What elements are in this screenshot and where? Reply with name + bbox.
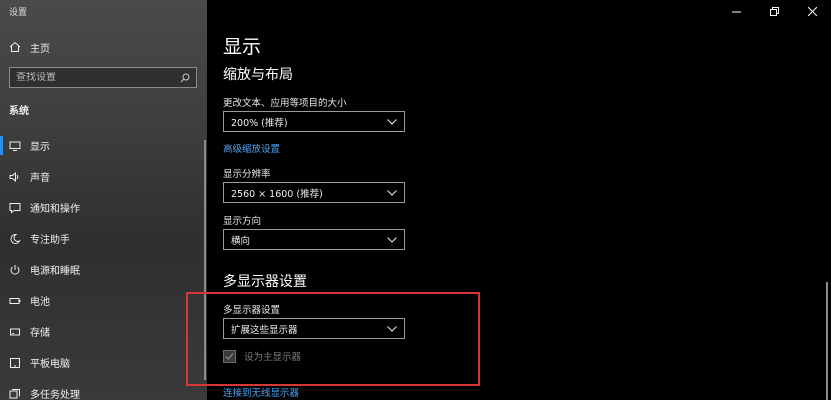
close-button[interactable] bbox=[793, 0, 831, 22]
chevron-down-icon bbox=[387, 118, 397, 125]
chevron-down-icon bbox=[387, 236, 397, 243]
minimize-icon bbox=[731, 11, 741, 12]
close-icon bbox=[807, 6, 817, 16]
sidebar-item-label: 平板电脑 bbox=[30, 359, 70, 370]
speaker-icon bbox=[9, 171, 21, 183]
sidebar-item-label: 电池 bbox=[30, 297, 50, 308]
sidebar-item-display[interactable]: 显示 bbox=[0, 130, 207, 161]
sidebar-item-home[interactable]: 主页 bbox=[9, 39, 50, 55]
sidebar-item-label: 存储 bbox=[30, 328, 50, 339]
sidebar-item-label: 声音 bbox=[30, 173, 50, 184]
restore-button[interactable] bbox=[755, 0, 793, 22]
message-icon bbox=[9, 202, 21, 214]
dropdown-value: 2560 × 1600 (推荐) bbox=[231, 188, 323, 200]
dropdown-value: 横向 bbox=[231, 235, 251, 247]
sidebar-item-tablet[interactable]: 平板电脑 bbox=[0, 347, 207, 378]
section-heading-scale-layout: 缩放与布局 bbox=[223, 67, 293, 83]
sidebar-item-notifications[interactable]: 通知和操作 bbox=[0, 192, 207, 223]
search-input[interactable] bbox=[16, 72, 180, 83]
section-label: 系统 bbox=[9, 106, 29, 117]
sidebar-item-label: 电源和睡眠 bbox=[30, 266, 80, 277]
orientation-label: 显示方向 bbox=[223, 216, 262, 227]
sidebar: 设置 主页 系统 显示 声音 通知和操作 专注助手 电源和睡眠 bbox=[0, 0, 207, 400]
text-scale-label: 更改文本、应用等项目的大小 bbox=[223, 98, 347, 109]
sidebar-item-storage[interactable]: 存储 bbox=[0, 316, 207, 347]
search-box[interactable] bbox=[9, 67, 197, 88]
tablet-icon bbox=[9, 357, 21, 369]
main-scrollbar[interactable] bbox=[826, 282, 828, 400]
main-content: 显示 缩放与布局 更改文本、应用等项目的大小 200% (推荐) 高级缩放设置 … bbox=[186, 0, 831, 400]
sidebar-item-multitasking[interactable]: 多任务处理 bbox=[0, 378, 207, 400]
home-icon bbox=[9, 41, 21, 52]
section-heading-multi-display: 多显示器设置 bbox=[223, 274, 307, 290]
restore-icon bbox=[769, 6, 779, 16]
monitor-icon bbox=[9, 140, 21, 152]
multitask-icon bbox=[9, 388, 21, 400]
sidebar-item-label: 通知和操作 bbox=[30, 204, 80, 215]
sidebar-item-label: 多任务处理 bbox=[30, 390, 80, 400]
wireless-display-link[interactable]: 连接到无线显示器 bbox=[223, 385, 299, 399]
resolution-label: 显示分辨率 bbox=[223, 169, 271, 180]
text-scale-dropdown[interactable]: 200% (推荐) bbox=[223, 111, 405, 132]
advanced-scaling-link[interactable]: 高级缩放设置 bbox=[223, 141, 280, 155]
battery-icon bbox=[9, 295, 21, 307]
chevron-down-icon bbox=[387, 189, 397, 196]
sidebar-item-sound[interactable]: 声音 bbox=[0, 161, 207, 192]
highlight-annotation bbox=[186, 292, 480, 386]
storage-icon bbox=[9, 326, 21, 338]
sidebar-item-label: 主页 bbox=[30, 43, 50, 55]
app-title: 设置 bbox=[9, 8, 28, 18]
moon-icon bbox=[9, 233, 21, 245]
window-controls bbox=[717, 0, 831, 22]
power-icon bbox=[9, 264, 21, 276]
sidebar-item-label: 专注助手 bbox=[30, 235, 70, 246]
sidebar-item-power-sleep[interactable]: 电源和睡眠 bbox=[0, 254, 207, 285]
minimize-button[interactable] bbox=[717, 0, 755, 22]
resolution-dropdown[interactable]: 2560 × 1600 (推荐) bbox=[223, 182, 405, 203]
page-title: 显示 bbox=[223, 36, 262, 58]
sidebar-item-focus-assist[interactable]: 专注助手 bbox=[0, 223, 207, 254]
sidebar-item-battery[interactable]: 电池 bbox=[0, 285, 207, 316]
orientation-dropdown[interactable]: 横向 bbox=[223, 229, 405, 250]
search-icon[interactable] bbox=[180, 73, 190, 83]
sidebar-item-label: 显示 bbox=[30, 142, 50, 153]
sidebar-nav: 显示 声音 通知和操作 专注助手 电源和睡眠 电池 存储 平板电脑 多任务处理 bbox=[0, 130, 207, 400]
dropdown-value: 200% (推荐) bbox=[231, 117, 288, 129]
